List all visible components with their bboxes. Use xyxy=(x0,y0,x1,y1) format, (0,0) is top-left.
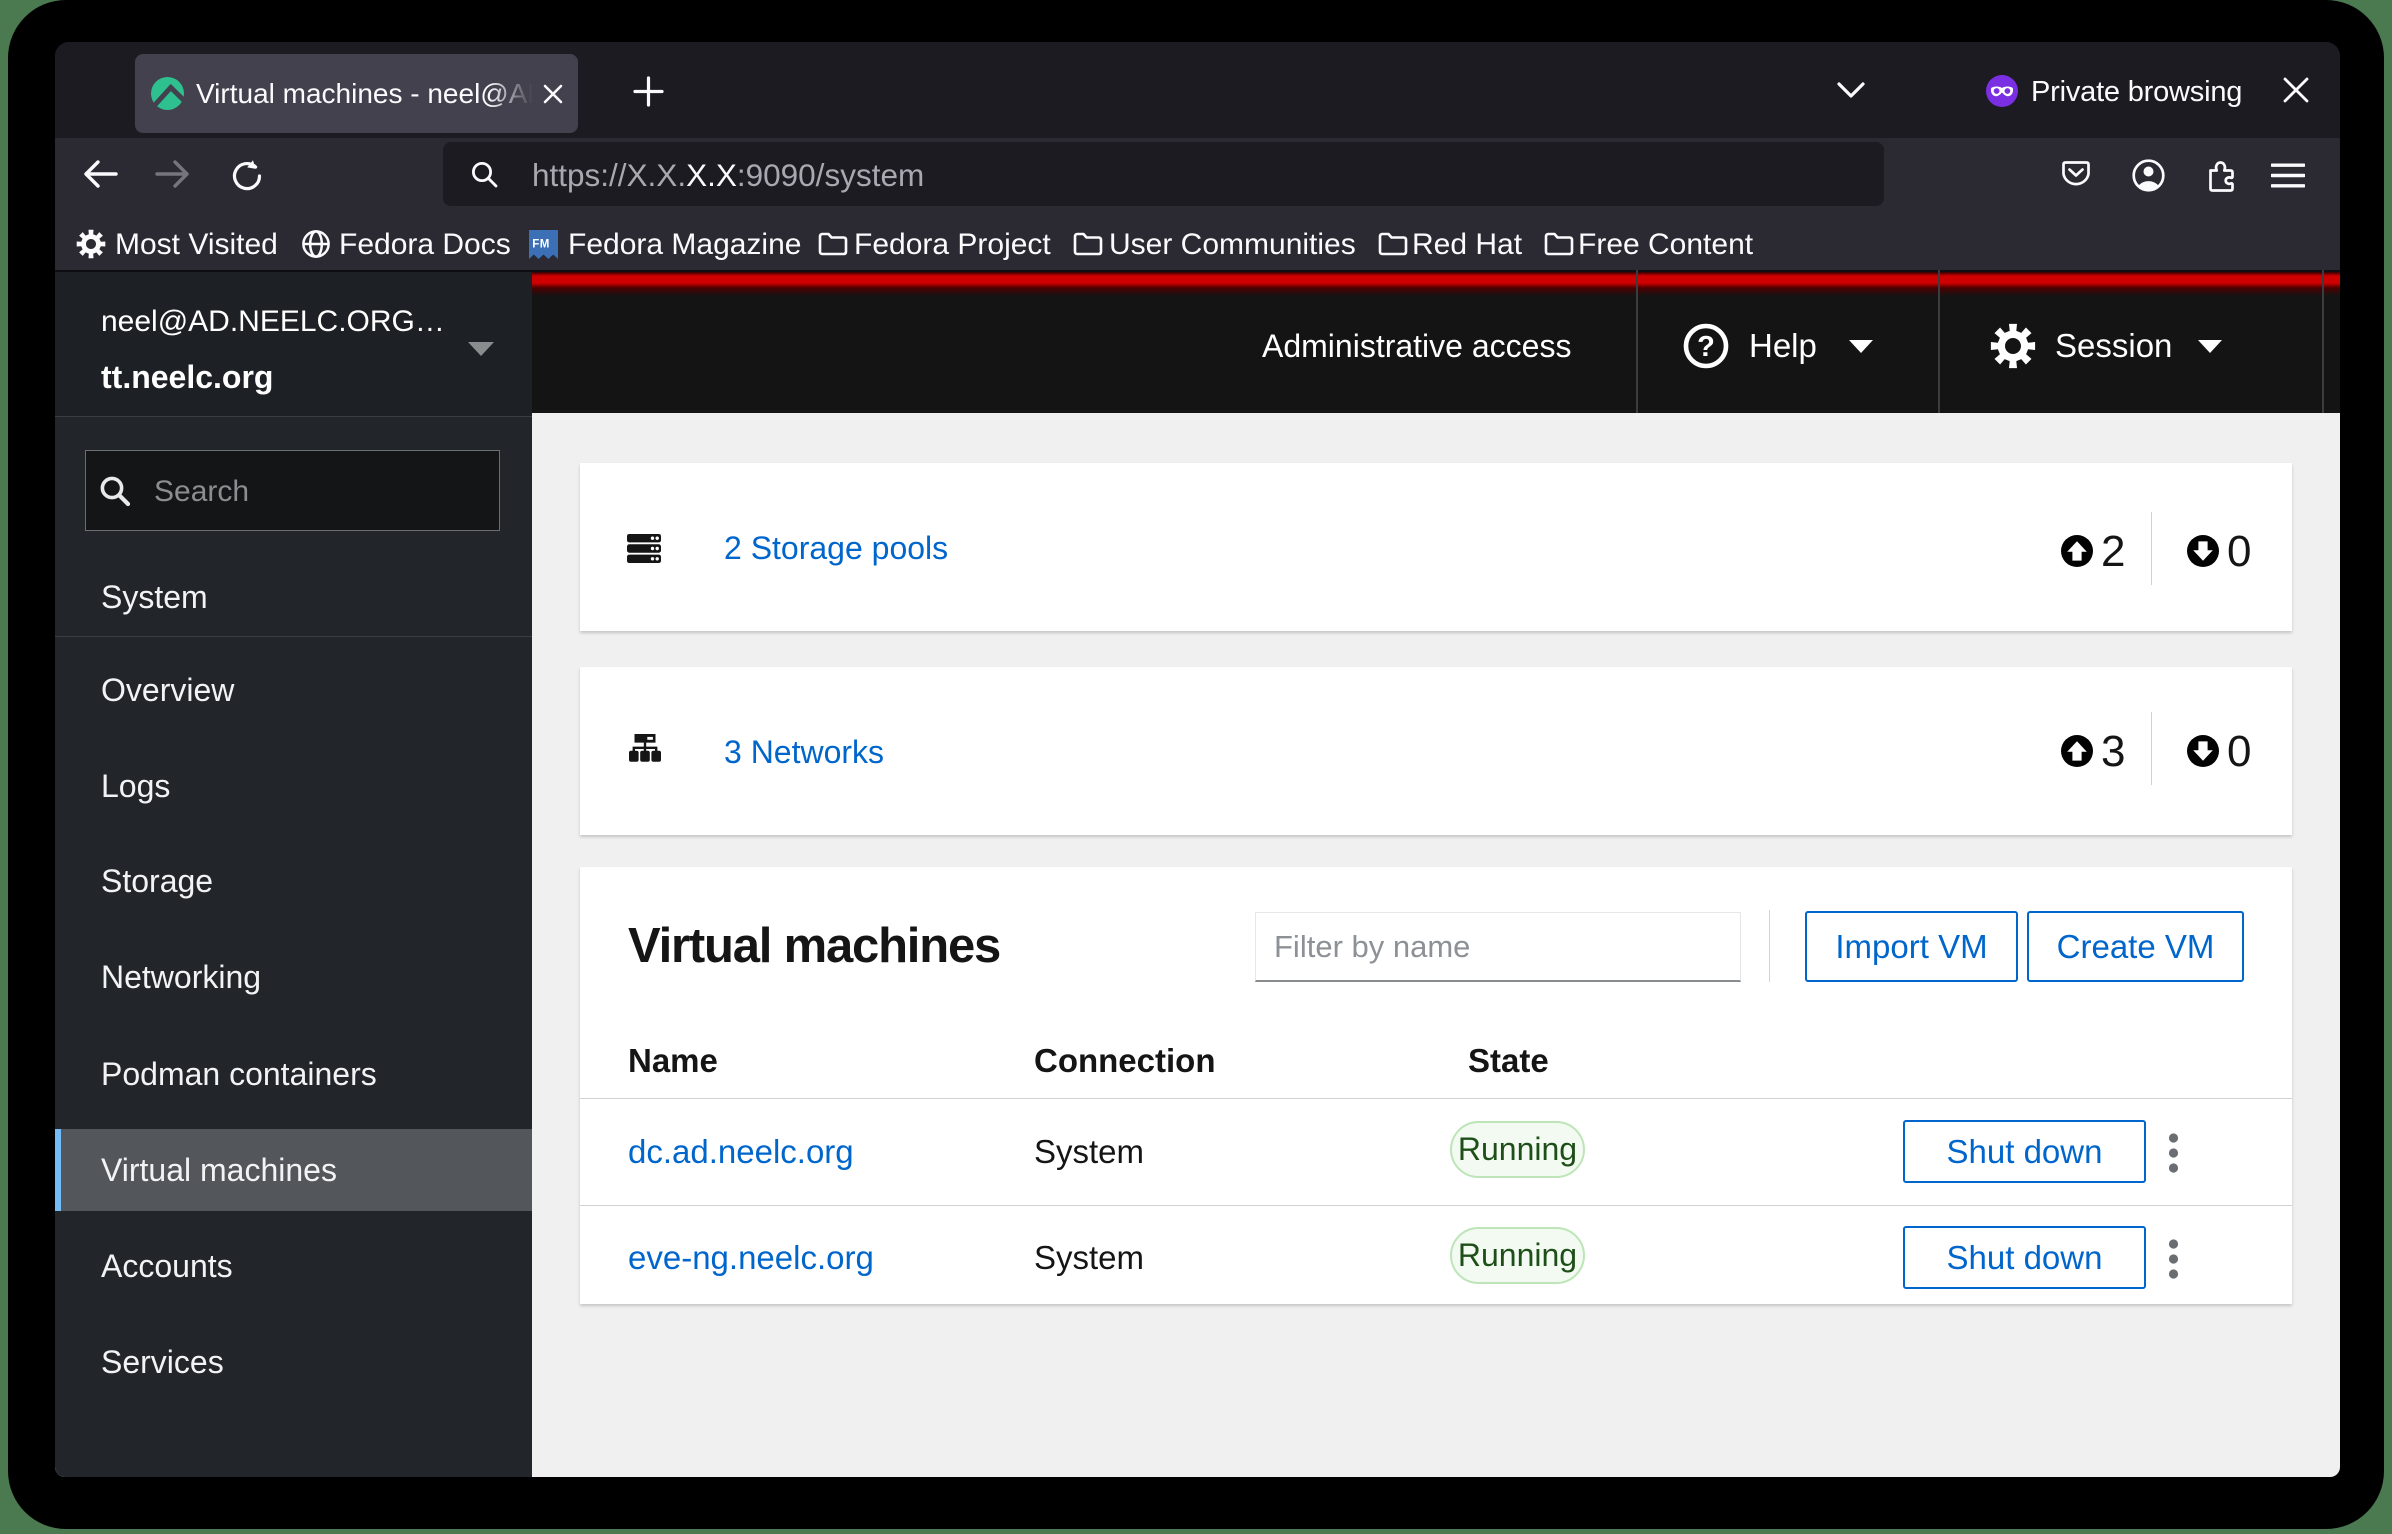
svg-text:?: ? xyxy=(1697,331,1715,363)
svg-text:FM: FM xyxy=(532,239,550,251)
